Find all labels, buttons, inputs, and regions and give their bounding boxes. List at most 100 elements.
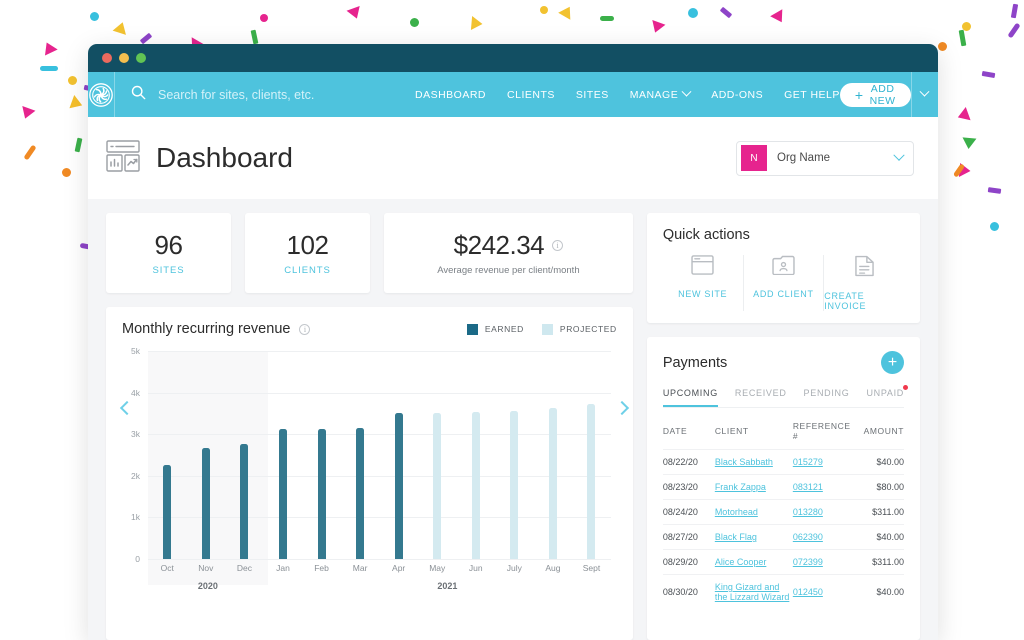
chart-bar[interactable] [356, 427, 365, 559]
payment-reference-cell: 013280 [792, 499, 851, 525]
chart-bar[interactable] [587, 404, 596, 559]
chart-bar-cell[interactable] [534, 351, 573, 559]
quick-action-add-client[interactable]: ADD CLIENT [742, 255, 824, 311]
y-axis-tick: 4k [131, 387, 140, 398]
client-link[interactable]: King Gizard and the Lizzard Wizard [715, 582, 790, 602]
reference-link[interactable]: 083121 [793, 482, 823, 492]
confetti-piece [410, 18, 419, 27]
org-selector[interactable]: N Org Name [736, 140, 914, 176]
add-new-button[interactable]: + ADD NEW [839, 82, 911, 107]
payment-amount: $311.00 [850, 549, 904, 575]
legend-item: PROJECTED [541, 323, 617, 335]
reference-link[interactable]: 013280 [793, 507, 823, 517]
reference-link[interactable]: 012450 [793, 587, 823, 597]
chart-bar[interactable] [433, 412, 442, 559]
table-row[interactable]: 08/23/20 Frank Zappa 083121 $80.00 [662, 474, 904, 500]
chart-bar-cell[interactable] [225, 351, 264, 559]
payment-amount: $40.00 [850, 574, 904, 609]
payment-reference-cell: 072399 [792, 549, 851, 575]
chart-bar-cell[interactable] [457, 351, 496, 559]
chart-bar[interactable] [510, 410, 519, 559]
reference-link[interactable]: 072399 [793, 557, 823, 567]
stat-card-clients: 102 CLIENTS [245, 213, 370, 293]
reference-link[interactable]: 015279 [793, 457, 823, 467]
nav-link-label: MANAGE [629, 88, 679, 101]
info-icon[interactable]: i [299, 323, 311, 335]
nav-link-label: ADD-ONS [711, 88, 764, 101]
nav-link-add-ons[interactable]: ADD-ONS [711, 89, 763, 101]
payment-reference-cell: 015279 [792, 449, 851, 475]
chart-bar-cell[interactable] [148, 351, 187, 559]
chart-bar[interactable] [240, 444, 249, 559]
chart-bar[interactable] [317, 429, 326, 559]
chart-bar[interactable] [471, 411, 480, 559]
add-payment-button[interactable]: + [881, 351, 904, 374]
nav-link-get-help[interactable]: GET HELP [784, 89, 840, 101]
client-link[interactable]: Alice Cooper [715, 557, 767, 567]
chart-bar-cell[interactable] [418, 351, 457, 559]
chart-bar-cell[interactable] [302, 351, 341, 559]
nav-link-dashboard[interactable]: DASHBOARD [415, 89, 486, 101]
table-body: 08/22/20 Black Sabbath 015279 $40.00 08/23/2… [662, 449, 904, 609]
tab-unpaid[interactable]: UNPAID [866, 385, 908, 407]
payments-title: Payments [662, 354, 728, 371]
tab-pending[interactable]: PENDING [804, 388, 850, 407]
chart-bar-cell[interactable] [379, 351, 418, 559]
search-input[interactable] [158, 87, 398, 102]
confetti-piece [962, 22, 971, 31]
quick-action-create-invoice[interactable]: CREATE INVOICE [823, 255, 904, 311]
confetti-piece [770, 9, 788, 26]
tab-received[interactable]: RECEIVED [735, 388, 787, 407]
x-axis-tick: July [506, 563, 522, 573]
plus-icon: + [854, 86, 864, 103]
chart-bar[interactable] [163, 465, 172, 559]
confetti-piece [346, 5, 364, 22]
client-link[interactable]: Black Flag [715, 532, 757, 542]
chart-bar-cell[interactable] [495, 351, 534, 559]
stat-label: Average revenue per client/month [437, 265, 580, 276]
client-link[interactable]: Motorhead [715, 507, 758, 517]
chart-bar[interactable] [548, 408, 557, 559]
table-row[interactable]: 08/30/20 King Gizard and the Lizzard Wiza… [662, 574, 904, 609]
table-row[interactable]: 08/29/20 Alice Cooper 072399 $311.00 [662, 549, 904, 575]
chart-bar[interactable] [201, 447, 210, 559]
reference-link[interactable]: 062390 [793, 532, 823, 542]
close-window-button[interactable] [102, 53, 112, 63]
nav-link-manage[interactable]: MANAGE [629, 86, 692, 101]
chevron-down-icon [681, 86, 692, 97]
payment-reference-cell: 012450 [792, 574, 851, 609]
search-area[interactable] [115, 85, 415, 105]
table-row[interactable]: 08/24/20 Motorhead 013280 $311.00 [662, 499, 904, 525]
chart-bar-cell[interactable] [572, 351, 611, 559]
brand-logo-icon[interactable] [88, 72, 115, 117]
chart-bar-cell[interactable] [264, 351, 303, 559]
confetti-piece [250, 29, 259, 45]
browser-window-icon [691, 255, 714, 280]
chart-header: Monthly recurring revenue i EARNED PROJEC… [122, 321, 617, 337]
tab-upcoming[interactable]: UPCOMING [662, 388, 718, 407]
chart-bar[interactable] [394, 413, 403, 559]
chart-bar-cell[interactable] [341, 351, 380, 559]
confetti-piece [69, 95, 85, 112]
org-avatar: N [741, 145, 767, 171]
confetti-piece [987, 187, 1002, 194]
info-icon[interactable]: i [552, 240, 564, 251]
chart-bar-cell[interactable] [187, 351, 226, 559]
table-row[interactable]: 08/22/20 Black Sabbath 015279 $40.00 [662, 449, 904, 475]
account-menu-button[interactable] [910, 72, 938, 117]
client-link[interactable]: Frank Zappa [715, 482, 766, 492]
quick-actions-title: Quick actions [662, 227, 750, 243]
confetti-piece [23, 144, 37, 161]
maximize-window-button[interactable] [136, 53, 146, 63]
payment-client-cell: Black Sabbath [714, 449, 793, 475]
minimize-window-button[interactable] [119, 53, 129, 63]
chart-next-button[interactable] [614, 400, 629, 416]
table-row[interactable]: 08/27/20 Black Flag 062390 $40.00 [662, 524, 904, 550]
legend-item: EARNED [466, 323, 524, 335]
chevron-down-icon [893, 149, 905, 161]
nav-link-sites[interactable]: SITES [576, 89, 609, 101]
quick-action-new-site[interactable]: NEW SITE [663, 255, 743, 311]
client-link[interactable]: Black Sabbath [715, 457, 773, 467]
nav-link-clients[interactable]: CLIENTS [507, 89, 555, 101]
chart-bar[interactable] [278, 429, 287, 559]
